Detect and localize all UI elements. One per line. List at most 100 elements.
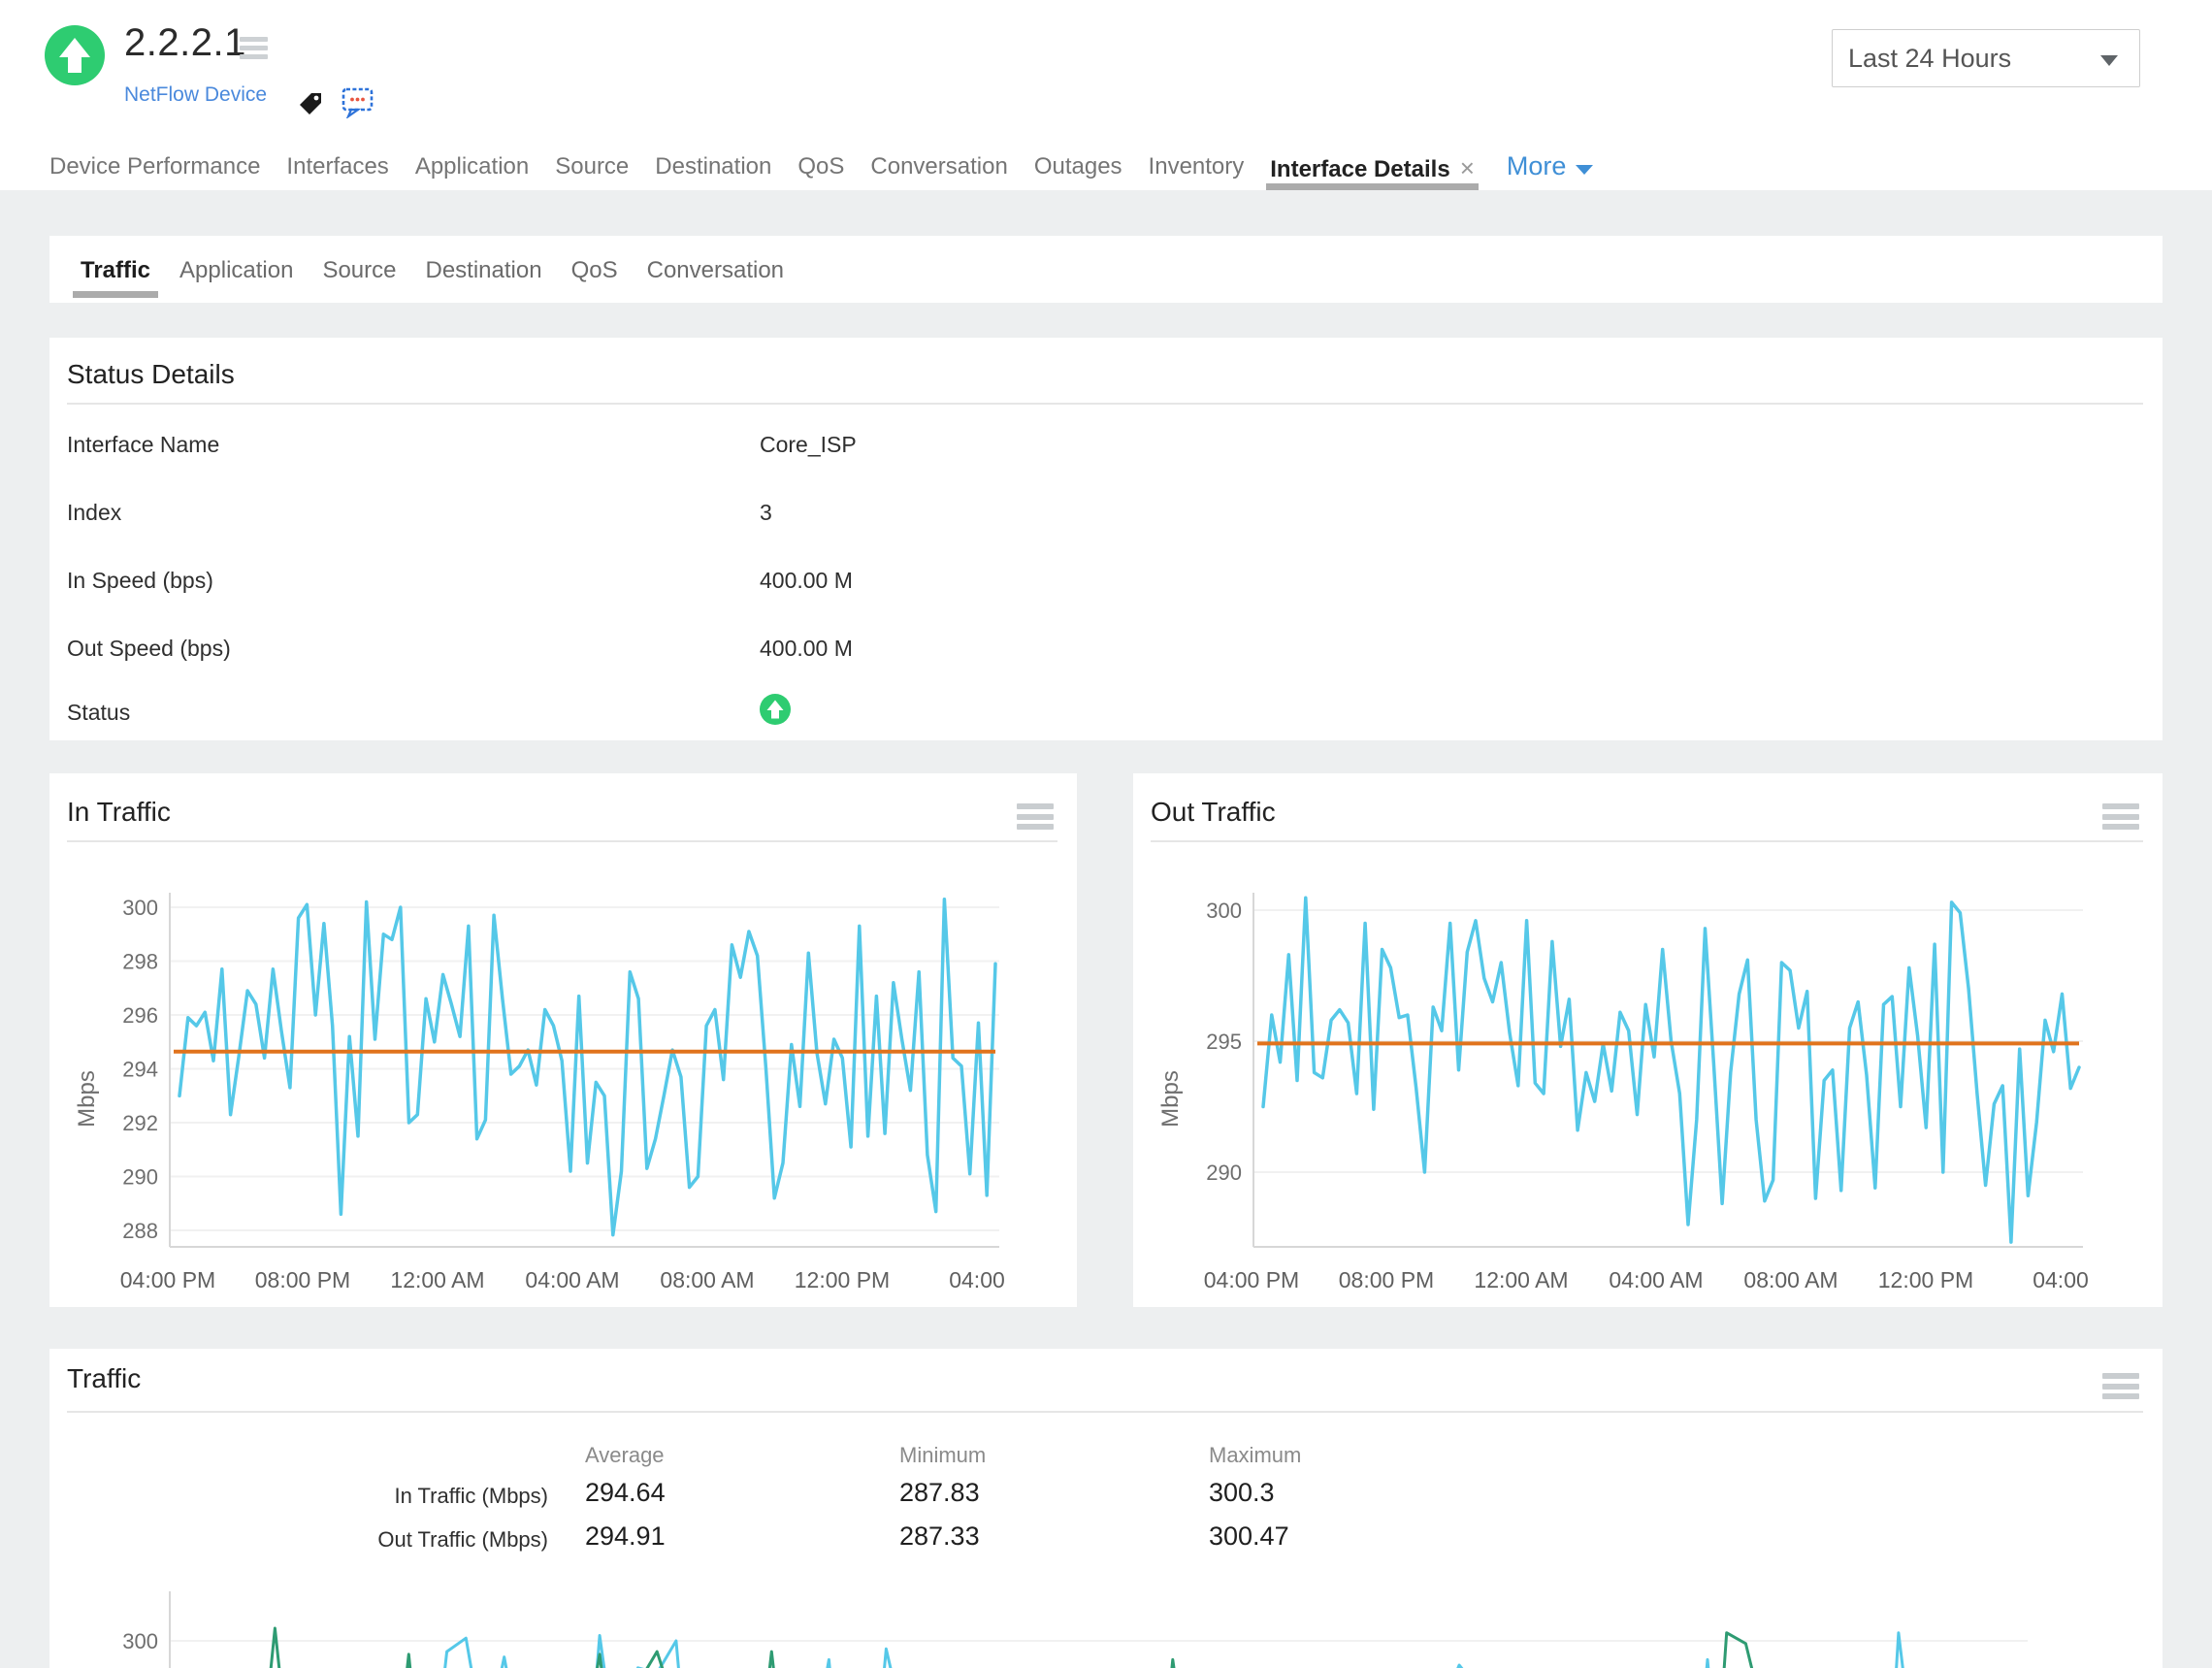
row-label: Out Speed (bps) [67, 636, 231, 661]
device-status-up-icon [45, 25, 105, 85]
more-label: More [1506, 151, 1567, 180]
subtab-application[interactable]: Application [179, 236, 293, 303]
svg-text:12:00 PM: 12:00 PM [1878, 1267, 1973, 1292]
tag-icon[interactable] [296, 89, 325, 123]
notes-chat-icon[interactable] [342, 87, 374, 123]
divider [1151, 840, 2143, 842]
divider [67, 403, 2143, 405]
svg-text:04:00 PM: 04:00 PM [120, 1267, 215, 1292]
svg-text:Mbps: Mbps [1157, 1070, 1184, 1128]
subtab-conversation[interactable]: Conversation [647, 236, 784, 303]
svg-text:298: 298 [122, 950, 158, 974]
tab-destination[interactable]: Destination [655, 146, 771, 190]
in-traffic-chart: 288 290 292 294 296 298 300 04:00 PM 08:00 PM 12:… [74, 893, 1005, 1292]
tab-more[interactable]: More [1507, 146, 1594, 181]
svg-text:290: 290 [1206, 1161, 1242, 1185]
subtab-qos[interactable]: QoS [571, 236, 618, 303]
subtab-source[interactable]: Source [322, 236, 396, 303]
out-traffic-title: Out Traffic [1151, 797, 1276, 827]
svg-text:288: 288 [122, 1219, 158, 1243]
in-traffic-card: In Traffic 288 290 292 294 296 298 300 04:00 PM… [49, 773, 1077, 1307]
row-value: 3 [760, 500, 772, 525]
more-caret-icon [1576, 164, 1594, 175]
select-caret-icon [2100, 55, 2118, 66]
row-label: In Speed (bps) [67, 568, 213, 593]
tab-source[interactable]: Source [555, 146, 629, 190]
row-value: 400.00 M [760, 636, 853, 661]
subtab-card: Traffic Application Source Destination Q… [49, 236, 2163, 303]
tab-outages[interactable]: Outages [1034, 146, 1122, 190]
col-minimum: Minimum [899, 1443, 987, 1467]
divider [67, 840, 1057, 842]
device-title: 2.2.2.1 [124, 21, 246, 64]
row-label-out-traffic: Out Traffic (Mbps) [377, 1527, 548, 1552]
tab-interfaces[interactable]: Interfaces [286, 146, 388, 190]
row-label: Interface Name [67, 432, 220, 457]
col-average: Average [585, 1443, 665, 1467]
tab-qos[interactable]: QoS [797, 146, 844, 190]
svg-text:12:00 AM: 12:00 AM [1474, 1267, 1568, 1292]
tab-device-performance[interactable]: Device Performance [49, 146, 260, 190]
traffic-title: Traffic [67, 1363, 142, 1393]
row-value: Core_ISP [760, 432, 857, 457]
svg-text:12:00 AM: 12:00 AM [390, 1267, 484, 1292]
in-avg: 294.64 [585, 1478, 666, 1507]
svg-text:296: 296 [122, 1003, 158, 1028]
subtab-traffic[interactable]: Traffic [72, 236, 159, 303]
main-tab-bar: Device Performance Interfaces Applicatio… [49, 146, 1594, 190]
combined-traffic-chart: 300 [122, 1591, 2028, 1668]
svg-text:294: 294 [122, 1058, 158, 1082]
svg-text:04:00: 04:00 [2033, 1267, 2089, 1292]
svg-text:292: 292 [122, 1111, 158, 1135]
svg-text:08:00 AM: 08:00 AM [660, 1267, 754, 1292]
out-avg: 294.91 [585, 1521, 666, 1551]
svg-text:04:00 AM: 04:00 AM [1609, 1267, 1703, 1292]
tab-inventory[interactable]: Inventory [1149, 146, 1245, 190]
close-tab-icon[interactable]: × [1460, 153, 1475, 182]
out-traffic-card: Out Traffic 290 295 300 04:00 PM 08:00 PM 12:… [1133, 773, 2163, 1307]
svg-text:295: 295 [1206, 1030, 1242, 1054]
in-max: 300.3 [1209, 1478, 1275, 1507]
interface-status-up-icon [760, 694, 791, 725]
page-header: 2.2.2.1 NetFlow Device Last 24 Hours Dev… [0, 0, 2212, 190]
svg-text:290: 290 [122, 1165, 158, 1190]
time-range-value: Last 24 Hours [1848, 43, 2012, 73]
tab-interface-details[interactable]: Interface Details × [1266, 146, 1479, 190]
row-label-in-traffic: In Traffic (Mbps) [394, 1484, 548, 1508]
svg-text:Mbps: Mbps [74, 1070, 100, 1128]
out-min: 287.33 [899, 1521, 980, 1551]
row-label: Status [67, 700, 131, 725]
row-value: 400.00 M [760, 568, 853, 593]
col-maximum: Maximum [1209, 1443, 1302, 1467]
out-traffic-menu-icon[interactable] [2102, 803, 2139, 830]
subtab-destination[interactable]: Destination [426, 236, 542, 303]
out-max: 300.47 [1209, 1521, 1289, 1551]
svg-text:12:00 PM: 12:00 PM [795, 1267, 890, 1292]
status-details-card: Status Details Interface Name Core_ISP I… [49, 338, 2163, 740]
in-traffic-title: In Traffic [67, 797, 171, 827]
tab-conversation[interactable]: Conversation [870, 146, 1007, 190]
in-traffic-menu-icon[interactable] [1017, 803, 1054, 830]
row-label: Index [67, 500, 122, 525]
traffic-card: Traffic Average Minimum Maximum In Traff… [49, 1349, 2163, 1668]
in-min: 287.83 [899, 1478, 980, 1507]
subtab-bar: Traffic Application Source Destination Q… [72, 236, 813, 303]
out-traffic-chart: 290 295 300 04:00 PM 08:00 PM 12:00 AM 04:00 A… [1157, 893, 2089, 1292]
svg-text:08:00 PM: 08:00 PM [255, 1267, 350, 1292]
status-details-title: Status Details [67, 359, 235, 389]
tab-application[interactable]: Application [415, 146, 529, 190]
time-range-select[interactable]: Last 24 Hours [1832, 29, 2140, 87]
svg-text:08:00 PM: 08:00 PM [1339, 1267, 1434, 1292]
svg-text:300: 300 [122, 1629, 158, 1653]
svg-text:300: 300 [1206, 899, 1242, 923]
divider [67, 1411, 2143, 1413]
svg-text:04:00 AM: 04:00 AM [525, 1267, 619, 1292]
device-menu-icon[interactable] [240, 37, 268, 59]
svg-text:08:00 AM: 08:00 AM [1743, 1267, 1838, 1292]
device-type-link[interactable]: NetFlow Device [124, 83, 267, 107]
tab-interface-details-label: Interface Details [1270, 156, 1450, 182]
svg-text:300: 300 [122, 896, 158, 920]
traffic-menu-icon[interactable] [2102, 1373, 2139, 1399]
svg-text:04:00 PM: 04:00 PM [1204, 1267, 1299, 1292]
svg-text:04:00: 04:00 [949, 1267, 1005, 1292]
